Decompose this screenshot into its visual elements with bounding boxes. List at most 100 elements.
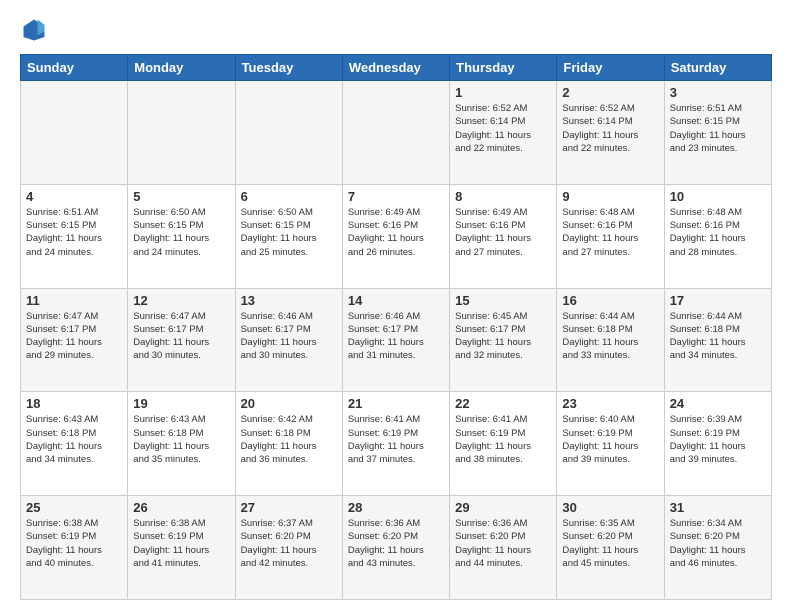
day-info: Sunrise: 6:35 AM Sunset: 6:20 PM Dayligh…: [562, 517, 658, 570]
calendar-cell: 6 Sunrise: 6:50 AM Sunset: 6:15 PM Daylig…: [235, 184, 342, 288]
day-number: 10: [670, 189, 766, 204]
day-info: Sunrise: 6:44 AM Sunset: 6:18 PM Dayligh…: [562, 310, 658, 363]
day-number: 16: [562, 293, 658, 308]
calendar-header-monday: Monday: [128, 55, 235, 81]
calendar-cell: 13 Sunrise: 6:46 AM Sunset: 6:17 PM Dayli…: [235, 288, 342, 392]
day-info: Sunrise: 6:48 AM Sunset: 6:16 PM Dayligh…: [670, 206, 766, 259]
calendar-header-friday: Friday: [557, 55, 664, 81]
logo: [20, 16, 52, 44]
calendar-cell: 14 Sunrise: 6:46 AM Sunset: 6:17 PM Dayli…: [342, 288, 449, 392]
calendar-cell: 3Sunrise: 6:51 AM Sunset: 6:15 PM Daylig…: [664, 81, 771, 185]
day-info: Sunrise: 6:47 AM Sunset: 6:17 PM Dayligh…: [26, 310, 122, 363]
day-info: Sunrise: 6:41 AM Sunset: 6:19 PM Dayligh…: [455, 413, 551, 466]
day-info: Sunrise: 6:37 AM Sunset: 6:20 PM Dayligh…: [241, 517, 337, 570]
day-number: 15: [455, 293, 551, 308]
calendar-cell: 16 Sunrise: 6:44 AM Sunset: 6:18 PM Dayli…: [557, 288, 664, 392]
calendar-header-row: SundayMondayTuesdayWednesdayThursdayFrid…: [21, 55, 772, 81]
day-info: Sunrise: 6:45 AM Sunset: 6:17 PM Dayligh…: [455, 310, 551, 363]
day-info: Sunrise: 6:52 AM Sunset: 6:14 PM Dayligh…: [455, 102, 551, 155]
day-number: 26: [133, 500, 229, 515]
calendar-cell: 29 Sunrise: 6:36 AM Sunset: 6:20 PM Dayli…: [450, 496, 557, 600]
day-number: 14: [348, 293, 444, 308]
day-info: Sunrise: 6:51 AM Sunset: 6:15 PM Dayligh…: [670, 102, 766, 155]
day-info: Sunrise: 6:47 AM Sunset: 6:17 PM Dayligh…: [133, 310, 229, 363]
calendar-cell: 1 Sunrise: 6:52 AM Sunset: 6:14 PM Daylig…: [450, 81, 557, 185]
header: [20, 16, 772, 44]
day-number: 1: [455, 85, 551, 100]
day-info: Sunrise: 6:38 AM Sunset: 6:19 PM Dayligh…: [133, 517, 229, 570]
calendar-week-row: 4 Sunrise: 6:51 AM Sunset: 6:15 PM Daylig…: [21, 184, 772, 288]
day-info: Sunrise: 6:50 AM Sunset: 6:15 PM Dayligh…: [133, 206, 229, 259]
day-number: 21: [348, 396, 444, 411]
calendar-cell: 17 Sunrise: 6:44 AM Sunset: 6:18 PM Dayli…: [664, 288, 771, 392]
day-number: 8: [455, 189, 551, 204]
calendar-header-sunday: Sunday: [21, 55, 128, 81]
calendar-cell: [21, 81, 128, 185]
day-info: Sunrise: 6:46 AM Sunset: 6:17 PM Dayligh…: [348, 310, 444, 363]
day-number: 18: [26, 396, 122, 411]
calendar-cell: 4 Sunrise: 6:51 AM Sunset: 6:15 PM Daylig…: [21, 184, 128, 288]
day-info: Sunrise: 6:46 AM Sunset: 6:17 PM Dayligh…: [241, 310, 337, 363]
calendar-week-row: 1 Sunrise: 6:52 AM Sunset: 6:14 PM Daylig…: [21, 81, 772, 185]
day-number: 7: [348, 189, 444, 204]
calendar-cell: [235, 81, 342, 185]
day-info: Sunrise: 6:41 AM Sunset: 6:19 PM Dayligh…: [348, 413, 444, 466]
day-number: 20: [241, 396, 337, 411]
day-info: Sunrise: 6:39 AM Sunset: 6:19 PM Dayligh…: [670, 413, 766, 466]
calendar-cell: 11 Sunrise: 6:47 AM Sunset: 6:17 PM Dayli…: [21, 288, 128, 392]
calendar-cell: 15 Sunrise: 6:45 AM Sunset: 6:17 PM Dayli…: [450, 288, 557, 392]
day-number: 22: [455, 396, 551, 411]
day-info: Sunrise: 6:49 AM Sunset: 6:16 PM Dayligh…: [348, 206, 444, 259]
logo-icon: [20, 16, 48, 44]
day-info: Sunrise: 6:36 AM Sunset: 6:20 PM Dayligh…: [348, 517, 444, 570]
calendar-cell: [342, 81, 449, 185]
calendar-cell: 19Sunrise: 6:43 AM Sunset: 6:18 PM Dayli…: [128, 392, 235, 496]
day-number: 11: [26, 293, 122, 308]
calendar-header-wednesday: Wednesday: [342, 55, 449, 81]
day-number: 13: [241, 293, 337, 308]
day-number: 24: [670, 396, 766, 411]
calendar-week-row: 25 Sunrise: 6:38 AM Sunset: 6:19 PM Dayli…: [21, 496, 772, 600]
day-info: Sunrise: 6:49 AM Sunset: 6:16 PM Dayligh…: [455, 206, 551, 259]
calendar-cell: 2Sunrise: 6:52 AM Sunset: 6:14 PM Daylig…: [557, 81, 664, 185]
day-info: Sunrise: 6:36 AM Sunset: 6:20 PM Dayligh…: [455, 517, 551, 570]
day-info: Sunrise: 6:43 AM Sunset: 6:18 PM Dayligh…: [133, 413, 229, 466]
calendar-cell: 31 Sunrise: 6:34 AM Sunset: 6:20 PM Dayli…: [664, 496, 771, 600]
calendar-header-saturday: Saturday: [664, 55, 771, 81]
day-info: Sunrise: 6:34 AM Sunset: 6:20 PM Dayligh…: [670, 517, 766, 570]
calendar-cell: 10 Sunrise: 6:48 AM Sunset: 6:16 PM Dayli…: [664, 184, 771, 288]
day-number: 28: [348, 500, 444, 515]
calendar-cell: [128, 81, 235, 185]
day-info: Sunrise: 6:44 AM Sunset: 6:18 PM Dayligh…: [670, 310, 766, 363]
calendar-cell: 28 Sunrise: 6:36 AM Sunset: 6:20 PM Dayli…: [342, 496, 449, 600]
day-info: Sunrise: 6:42 AM Sunset: 6:18 PM Dayligh…: [241, 413, 337, 466]
calendar-cell: 21 Sunrise: 6:41 AM Sunset: 6:19 PM Dayli…: [342, 392, 449, 496]
day-number: 25: [26, 500, 122, 515]
calendar-header-thursday: Thursday: [450, 55, 557, 81]
calendar-table: SundayMondayTuesdayWednesdayThursdayFrid…: [20, 54, 772, 600]
day-number: 6: [241, 189, 337, 204]
day-number: 4: [26, 189, 122, 204]
day-info: Sunrise: 6:48 AM Sunset: 6:16 PM Dayligh…: [562, 206, 658, 259]
day-info: Sunrise: 6:50 AM Sunset: 6:15 PM Dayligh…: [241, 206, 337, 259]
calendar-cell: 7 Sunrise: 6:49 AM Sunset: 6:16 PM Daylig…: [342, 184, 449, 288]
day-number: 17: [670, 293, 766, 308]
day-number: 30: [562, 500, 658, 515]
calendar-cell: 24 Sunrise: 6:39 AM Sunset: 6:19 PM Dayli…: [664, 392, 771, 496]
day-info: Sunrise: 6:40 AM Sunset: 6:19 PM Dayligh…: [562, 413, 658, 466]
calendar-header-tuesday: Tuesday: [235, 55, 342, 81]
day-number: 29: [455, 500, 551, 515]
day-number: 23: [562, 396, 658, 411]
calendar-cell: 23 Sunrise: 6:40 AM Sunset: 6:19 PM Dayli…: [557, 392, 664, 496]
day-number: 27: [241, 500, 337, 515]
day-number: 12: [133, 293, 229, 308]
calendar-cell: 27 Sunrise: 6:37 AM Sunset: 6:20 PM Dayli…: [235, 496, 342, 600]
day-info: Sunrise: 6:51 AM Sunset: 6:15 PM Dayligh…: [26, 206, 122, 259]
calendar-cell: 12 Sunrise: 6:47 AM Sunset: 6:17 PM Dayli…: [128, 288, 235, 392]
calendar-cell: 25 Sunrise: 6:38 AM Sunset: 6:19 PM Dayli…: [21, 496, 128, 600]
page: SundayMondayTuesdayWednesdayThursdayFrid…: [0, 0, 792, 612]
calendar-cell: 18Sunrise: 6:43 AM Sunset: 6:18 PM Dayli…: [21, 392, 128, 496]
day-number: 31: [670, 500, 766, 515]
day-info: Sunrise: 6:38 AM Sunset: 6:19 PM Dayligh…: [26, 517, 122, 570]
day-info: Sunrise: 6:52 AM Sunset: 6:14 PM Dayligh…: [562, 102, 658, 155]
